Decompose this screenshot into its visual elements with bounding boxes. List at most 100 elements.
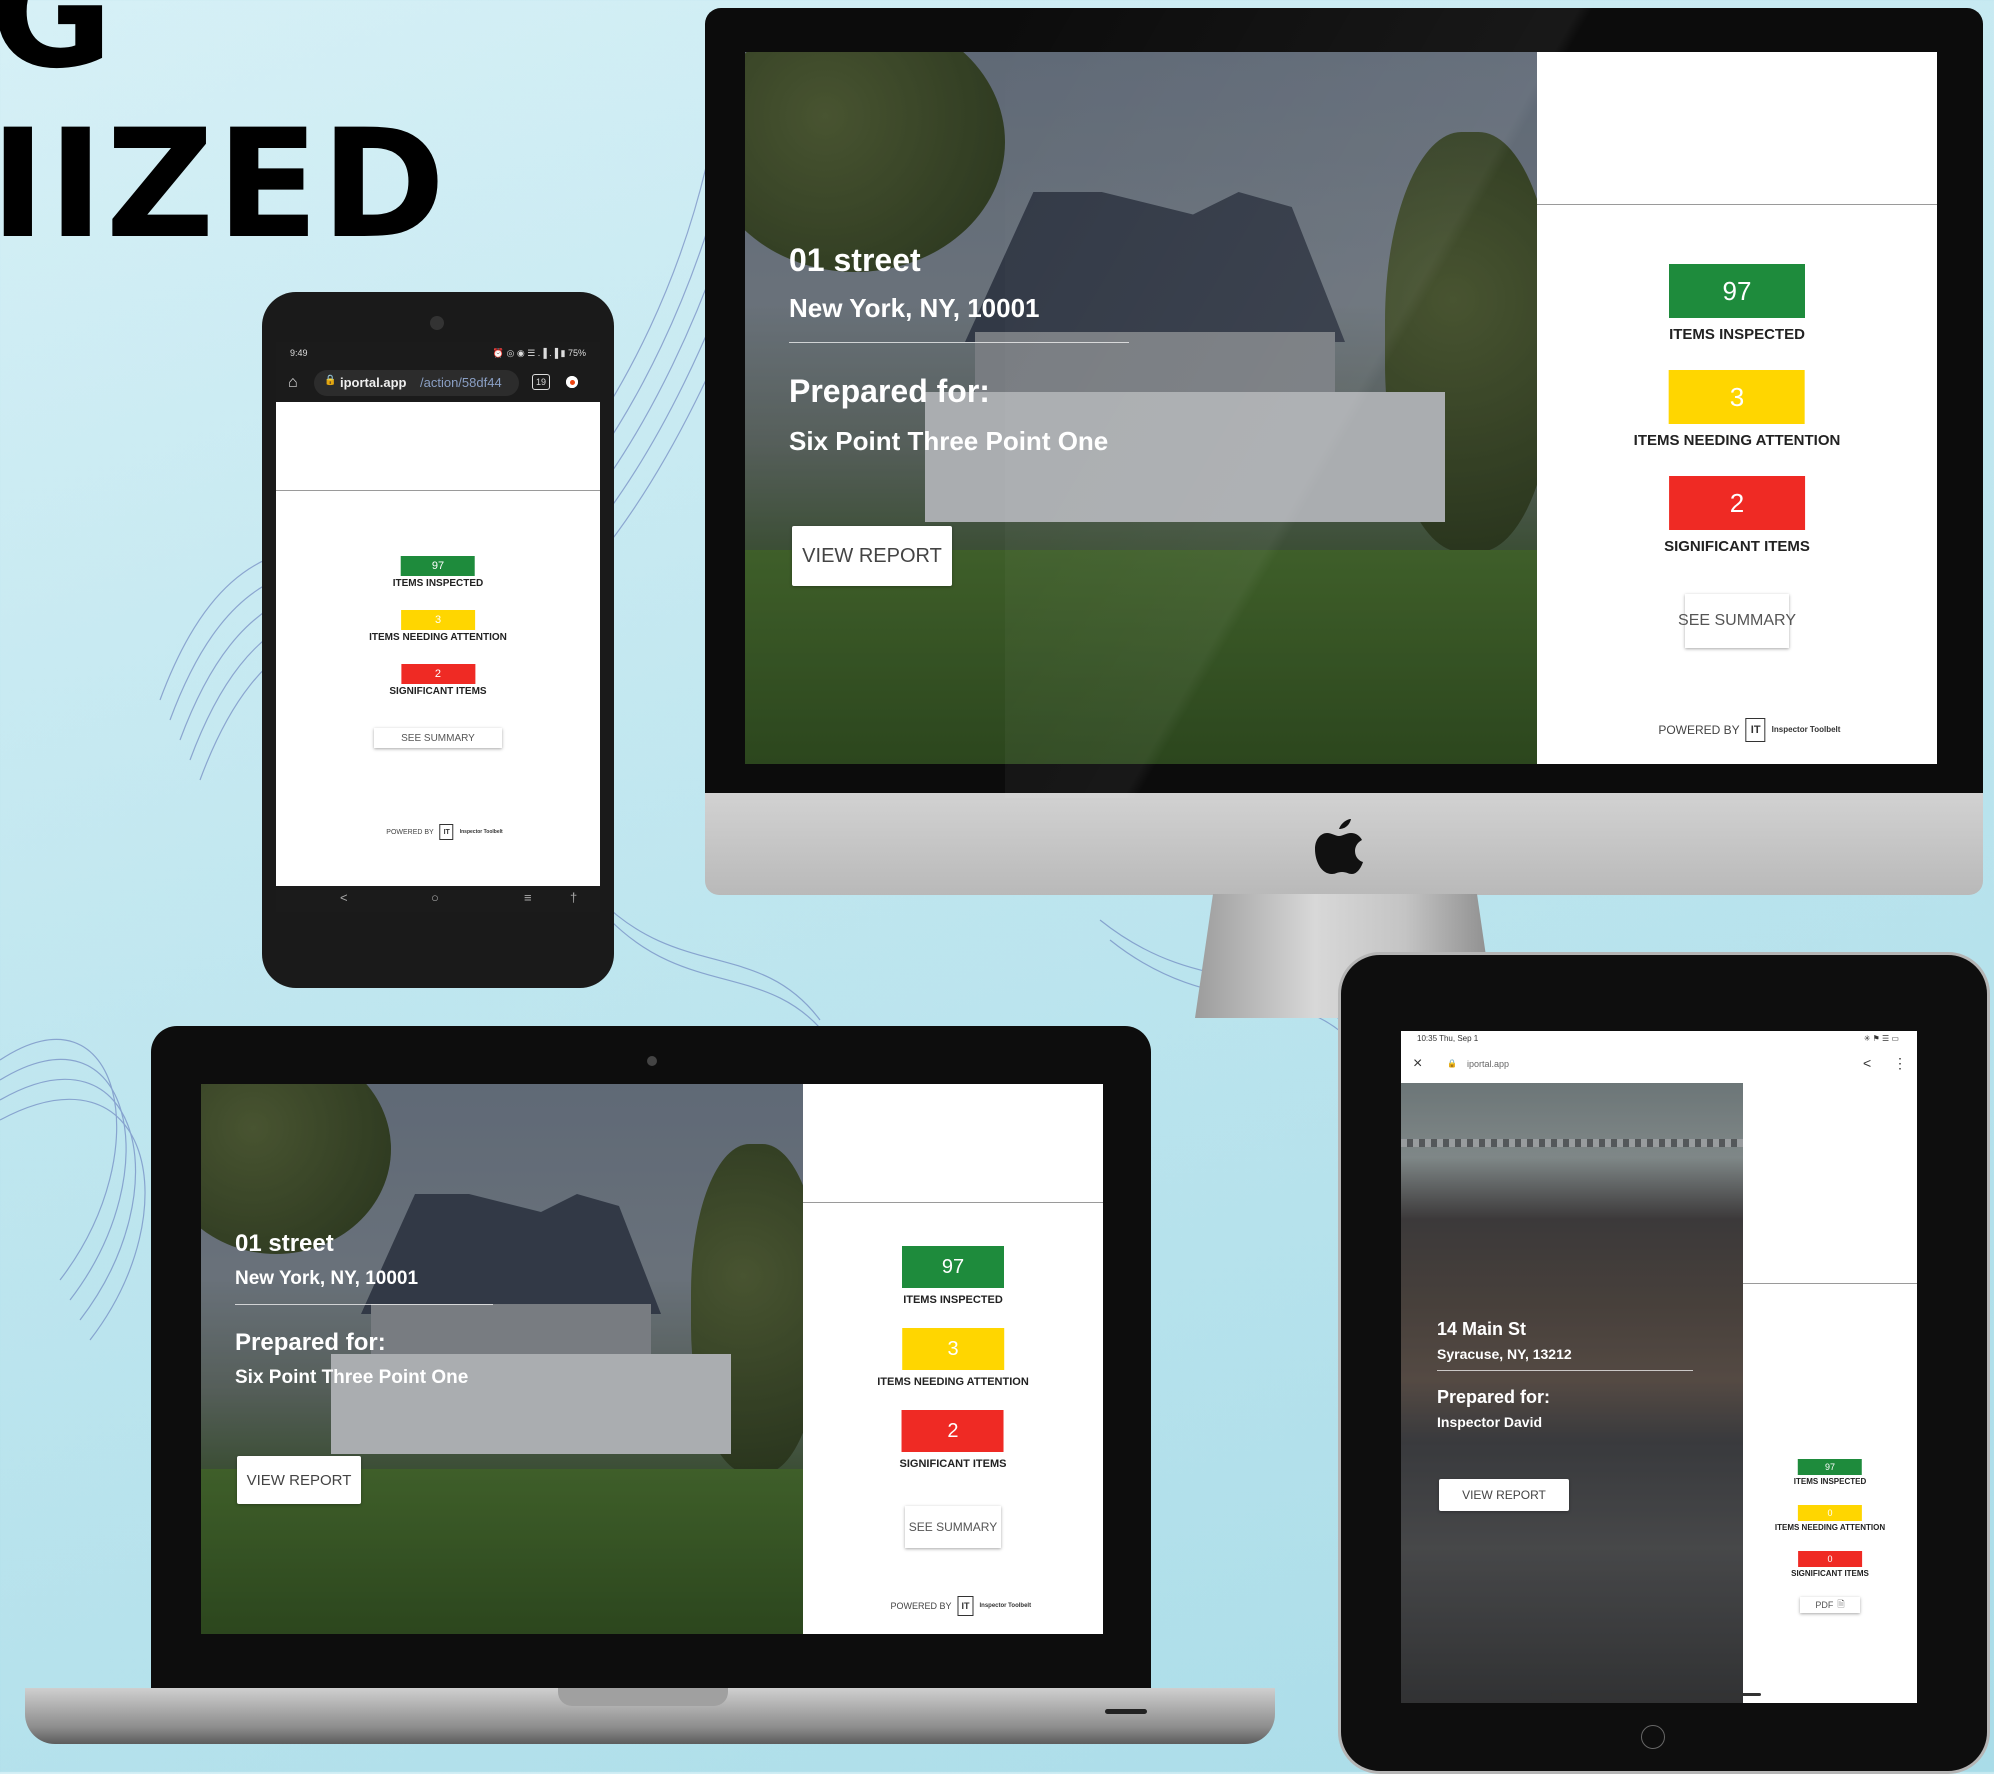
apple-logo-icon: [1313, 813, 1365, 875]
laptop-device: 01 street New York, NY, 10001 Prepared f…: [25, 1026, 1275, 1754]
more-vert-icon[interactable]: ⋮: [1893, 1055, 1907, 1072]
laptop-prepared-label: Prepared for:: [235, 1329, 386, 1356]
laptop-badge-attention: 3: [902, 1328, 1004, 1370]
address-divider: [789, 342, 1129, 343]
summary-panel: 97 ITEMS INSPECTED 3 ITEMS NEEDING ATTEN…: [1537, 52, 1937, 764]
tab-count[interactable]: 19: [532, 374, 550, 390]
laptop-label-attention: ITEMS NEEDING ATTENTION: [877, 1376, 1029, 1388]
phone-badge-attention: 3: [401, 610, 475, 630]
phone-stat-significant: 2 SIGNIFICANT ITEMS: [389, 664, 487, 697]
tablet-city: Syracuse, NY, 13212: [1437, 1346, 1572, 1362]
see-summary-button[interactable]: SEE SUMMARY: [1678, 594, 1796, 648]
tablet-badge-significant: 0: [1798, 1551, 1862, 1567]
phone-powered-by: POWERED BY IT Inspector Toolbelt: [386, 824, 503, 840]
imac-screen: 01 street New York, NY, 10001 Prepared f…: [745, 52, 1937, 764]
phone-status-icons: ⏰ ◎ ◉ ☰ .▐ .▐ ▮ 75%: [492, 348, 586, 358]
tablet-lock-icon: 🔒: [1447, 1059, 1457, 1068]
stat-label-attention: ITEMS NEEDING ATTENTION: [1633, 432, 1841, 449]
tablet-barn-photo: 14 Main St Syracuse, NY, 13212 Prepared …: [1401, 1083, 1743, 1703]
laptop-panel-divider: [803, 1202, 1103, 1203]
tablet-view-report-button[interactable]: VIEW REPORT: [1439, 1479, 1569, 1511]
phone-see-summary-button[interactable]: SEE SUMMARY: [374, 728, 502, 748]
view-report-button[interactable]: VIEW REPORT: [792, 526, 952, 586]
home-nav-icon[interactable]: ○: [431, 890, 439, 905]
laptop-client-name: Six Point Three Point One: [235, 1367, 469, 1388]
laptop-see-summary-button[interactable]: SEE SUMMARY: [905, 1506, 1001, 1548]
tablet-stat-significant: 0 SIGNIFICANT ITEMS: [1791, 1551, 1869, 1578]
tablet-url[interactable]: iportal.app: [1467, 1059, 1509, 1069]
stat-items-attention: 3 ITEMS NEEDING ATTENTION: [1633, 370, 1841, 449]
laptop-notch: [558, 1688, 728, 1706]
laptop-city: New York, NY, 10001: [235, 1268, 419, 1289]
laptop-stat-inspected: 97 ITEMS INSPECTED: [902, 1246, 1004, 1306]
tablet-device: 10:35 Thu, Sep 1 ✳ ⚑ ☰ ▭ × 🔒 iportal.app…: [1338, 952, 1990, 1774]
recents-nav-icon[interactable]: ≡: [524, 890, 532, 905]
close-icon[interactable]: ×: [1413, 1055, 1422, 1073]
laptop-address-block: 01 street New York, NY, 10001 Prepared f…: [235, 1230, 495, 1389]
phone-badge-inspected: 97: [400, 556, 475, 576]
laptop-label-inspected: ITEMS INSPECTED: [903, 1294, 1003, 1306]
tablet-status-icons: ✳ ⚑ ☰ ▭: [1863, 1034, 1899, 1043]
tablet-badge-inspected: 97: [1797, 1459, 1862, 1475]
tablet-screen: 10:35 Thu, Sep 1 ✳ ⚑ ☰ ▭ × 🔒 iportal.app…: [1401, 1031, 1917, 1703]
tablet-label-inspected: ITEMS INSPECTED: [1793, 1477, 1867, 1486]
laptop-powered-label: POWERED BY: [890, 1601, 952, 1611]
record-dot: [570, 380, 575, 385]
phone-logo-name: Inspector Toolbelt: [459, 828, 503, 835]
stat-items-inspected: 97 ITEMS INSPECTED: [1669, 264, 1805, 343]
stat-label-significant: SIGNIFICANT ITEMS: [1664, 538, 1810, 555]
phone-screen: 9:49 ⏰ ◎ ◉ ☰ .▐ .▐ ▮ 75% ⌂ 🔒 iportal.app…: [276, 342, 600, 912]
house-photo: 01 street New York, NY, 10001 Prepared f…: [745, 52, 1537, 764]
laptop-powered-by: POWERED BY IT Inspector Toolbelt: [890, 1596, 1032, 1616]
tablet-pdf-button[interactable]: PDF 🗎: [1800, 1597, 1860, 1613]
home-icon[interactable]: ⌂: [288, 374, 298, 392]
phone-stat-inspected: 97 ITEMS INSPECTED: [393, 556, 483, 589]
tablet-panel-divider: [1743, 1283, 1917, 1284]
document-icon: 🗎: [1837, 1599, 1845, 1609]
tablet-time: 10:35 Thu, Sep 1: [1417, 1034, 1479, 1043]
tablet-stat-attention: 0 ITEMS NEEDING ATTENTION: [1775, 1505, 1885, 1532]
phone-summary-panel: 97 ITEMS INSPECTED 3 ITEMS NEEDING ATTEN…: [276, 492, 600, 862]
laptop-screen: 01 street New York, NY, 10001 Prepared f…: [201, 1084, 1103, 1634]
laptop-address-divider: [235, 1304, 493, 1305]
imac-device: 01 street New York, NY, 10001 Prepared f…: [705, 8, 1983, 1018]
phone-device: 9:49 ⏰ ◎ ◉ ☰ .▐ .▐ ▮ 75% ⌂ 🔒 iportal.app…: [262, 292, 614, 988]
laptop-camera: [647, 1056, 657, 1066]
tablet-toolbar: × 🔒 iportal.app < ⋮: [1401, 1047, 1917, 1084]
phone-camera: [430, 316, 444, 330]
laptop-view-report-button[interactable]: VIEW REPORT: [237, 1456, 361, 1504]
accessibility-icon[interactable]: †: [570, 890, 577, 905]
laptop-badge-significant: 2: [901, 1410, 1004, 1452]
stat-badge-inspected: 97: [1669, 264, 1805, 318]
street-address: 01 street: [789, 242, 921, 278]
stat-label-inspected: ITEMS INSPECTED: [1669, 326, 1805, 343]
back-nav-icon[interactable]: <: [340, 890, 348, 905]
laptop-logo: IT: [957, 1596, 974, 1616]
stat-badge-attention: 3: [1668, 370, 1805, 424]
laptop-logo-name: Inspector Toolbelt: [979, 1603, 1032, 1609]
headline-line-1: G: [0, 0, 114, 102]
phone-url-path: /action/58df44: [420, 375, 502, 390]
laptop-label-significant: SIGNIFICANT ITEMS: [899, 1458, 1007, 1470]
tablet-badge-attention: 0: [1797, 1505, 1862, 1521]
inspector-toolbelt-logo: IT: [1745, 718, 1766, 742]
tablet-label-significant: SIGNIFICANT ITEMS: [1791, 1569, 1869, 1578]
phone-url-pill[interactable]: 🔒 iportal.app /action/58df44: [314, 370, 519, 396]
share-icon[interactable]: <: [1863, 1055, 1871, 1071]
panel-divider: [1537, 204, 1937, 205]
tablet-address-divider: [1437, 1370, 1693, 1371]
tablet-home-button[interactable]: [1641, 1725, 1665, 1749]
logo-name: Inspector Toolbelt: [1771, 725, 1841, 734]
phone-logo: IT: [439, 824, 454, 840]
prepared-for-label: Prepared for:: [789, 373, 990, 409]
phone-address-bar: ⌂ 🔒 iportal.app /action/58df44 19: [276, 364, 600, 402]
laptop-house-photo: 01 street New York, NY, 10001 Prepared f…: [201, 1084, 803, 1634]
phone-badge-significant: 2: [400, 664, 475, 684]
tablet-stat-inspected: 97 ITEMS INSPECTED: [1794, 1459, 1866, 1486]
stat-badge-significant: 2: [1669, 476, 1805, 530]
tablet-street: 14 Main St: [1437, 1319, 1527, 1339]
powered-by: POWERED BY IT Inspector Toolbelt: [1658, 718, 1841, 742]
tablet-client-name: Inspector David: [1437, 1414, 1543, 1430]
phone-stat-attention: 3 ITEMS NEEDING ATTENTION: [369, 610, 507, 643]
city-state-zip: New York, NY, 10001: [789, 293, 1040, 323]
